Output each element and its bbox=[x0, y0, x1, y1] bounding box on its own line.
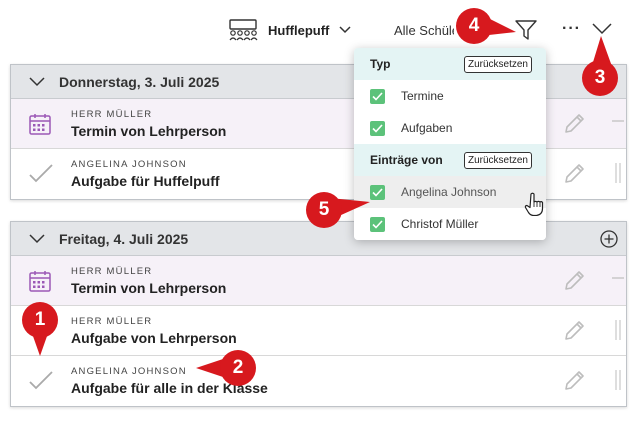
drag-handle-icon[interactable] bbox=[611, 368, 625, 392]
reset-type-button[interactable]: Zurücksetzen bbox=[463, 55, 532, 73]
filter-option-label: Termine bbox=[401, 89, 444, 103]
drag-handle-icon[interactable] bbox=[611, 161, 625, 185]
checkmark-icon bbox=[29, 164, 53, 183]
entry-author: HERR MÜLLER bbox=[71, 316, 153, 327]
calendar-icon bbox=[29, 271, 51, 292]
filter-section-type: Typ Zurücksetzen bbox=[354, 48, 546, 80]
drag-handle-icon[interactable] bbox=[611, 318, 625, 342]
pencil-icon[interactable] bbox=[563, 368, 587, 392]
filter-option-angelina-johnson[interactable]: Angelina Johnson bbox=[354, 176, 546, 208]
checkbox-checked[interactable] bbox=[370, 88, 385, 104]
reset-author-button[interactable]: Zurücksetzen bbox=[463, 151, 532, 169]
minus-icon[interactable] bbox=[611, 268, 625, 292]
calendar-icon bbox=[29, 114, 51, 135]
entry-author: HERR MÜLLER bbox=[71, 109, 153, 120]
checkmark-icon bbox=[29, 371, 53, 390]
class-selector-label: Hufflepuff bbox=[268, 22, 330, 38]
entry-row[interactable]: HERR MÜLLER Aufgabe von Lehrperson bbox=[11, 306, 626, 356]
chevron-down-icon bbox=[29, 233, 45, 243]
filter-option-label: Christof Müller bbox=[401, 217, 479, 231]
filter-section-title: Typ bbox=[370, 57, 391, 71]
hand-cursor-icon bbox=[524, 192, 544, 216]
entry-row[interactable]: HERR MÜLLER Termin von Lehrperson bbox=[11, 256, 626, 306]
entry-author: HERR MÜLLER bbox=[71, 266, 153, 277]
entry-author: ANGELINA JOHNSON bbox=[71, 366, 187, 377]
filter-option-aufgaben[interactable]: Aufgaben bbox=[354, 112, 546, 144]
callout-marker-1: 1 bbox=[22, 302, 58, 338]
pencil-icon[interactable] bbox=[563, 161, 587, 185]
filter-button[interactable] bbox=[514, 18, 538, 47]
chevron-down-icon bbox=[339, 26, 351, 34]
group-icon bbox=[229, 19, 258, 41]
more-options-button[interactable]: ··· bbox=[562, 20, 581, 38]
entry-title: Aufgabe für Huffelpuff bbox=[71, 173, 220, 189]
check-icon bbox=[372, 123, 383, 133]
pencil-icon[interactable] bbox=[563, 268, 587, 292]
add-entry-icon[interactable] bbox=[600, 230, 618, 248]
entry-row[interactable]: ANGELINA JOHNSON Aufgabe für alle in der… bbox=[11, 356, 626, 406]
student-selector[interactable]: Alle Schüler bbox=[384, 16, 454, 44]
callout-marker-3: 3 bbox=[582, 60, 618, 96]
filter-section-title: Einträge von bbox=[370, 153, 443, 167]
entry-author: ANGELINA JOHNSON bbox=[71, 159, 187, 170]
chevron-down-icon bbox=[592, 23, 612, 35]
checkbox-checked[interactable] bbox=[370, 184, 385, 200]
filter-icon bbox=[515, 20, 537, 40]
filter-option-christof-mueller[interactable]: Christof Müller bbox=[354, 208, 546, 240]
minus-icon[interactable] bbox=[611, 111, 625, 135]
day-title: Donnerstag, 3. Juli 2025 bbox=[59, 73, 220, 90]
class-selector[interactable]: Hufflepuff bbox=[228, 16, 351, 44]
entry-title: Termin von Lehrperson bbox=[71, 280, 227, 296]
checkbox-checked[interactable] bbox=[370, 216, 385, 232]
check-icon bbox=[372, 91, 383, 101]
entry-title: Aufgabe von Lehrperson bbox=[71, 330, 237, 346]
filter-option-label: Angelina Johnson bbox=[401, 185, 497, 199]
pencil-icon[interactable] bbox=[563, 318, 587, 342]
check-icon bbox=[372, 219, 383, 229]
day-title: Freitag, 4. Juli 2025 bbox=[59, 230, 189, 247]
chevron-down-icon bbox=[29, 76, 45, 86]
filter-dropdown: Typ Zurücksetzen Termine Aufgaben Einträ… bbox=[354, 48, 546, 240]
callout-marker-2: 2 bbox=[220, 350, 256, 386]
checkbox-checked[interactable] bbox=[370, 120, 385, 136]
callout-marker-4: 4 bbox=[456, 8, 492, 44]
pencil-icon[interactable] bbox=[563, 111, 587, 135]
top-toolbar: Hufflepuff Alle Schüler ··· bbox=[0, 0, 644, 60]
callout-marker-5: 5 bbox=[306, 192, 342, 228]
filter-section-author: Einträge von Zurücksetzen bbox=[354, 144, 546, 176]
entry-title: Termin von Lehrperson bbox=[71, 123, 227, 139]
filter-option-termine[interactable]: Termine bbox=[354, 80, 546, 112]
day-group-friday: Freitag, 4. Juli 2025 HERR MÜLLER Termin… bbox=[10, 221, 627, 407]
check-icon bbox=[372, 187, 383, 197]
student-selector-label: Alle Schüler bbox=[394, 22, 454, 38]
filter-option-label: Aufgaben bbox=[401, 121, 453, 135]
